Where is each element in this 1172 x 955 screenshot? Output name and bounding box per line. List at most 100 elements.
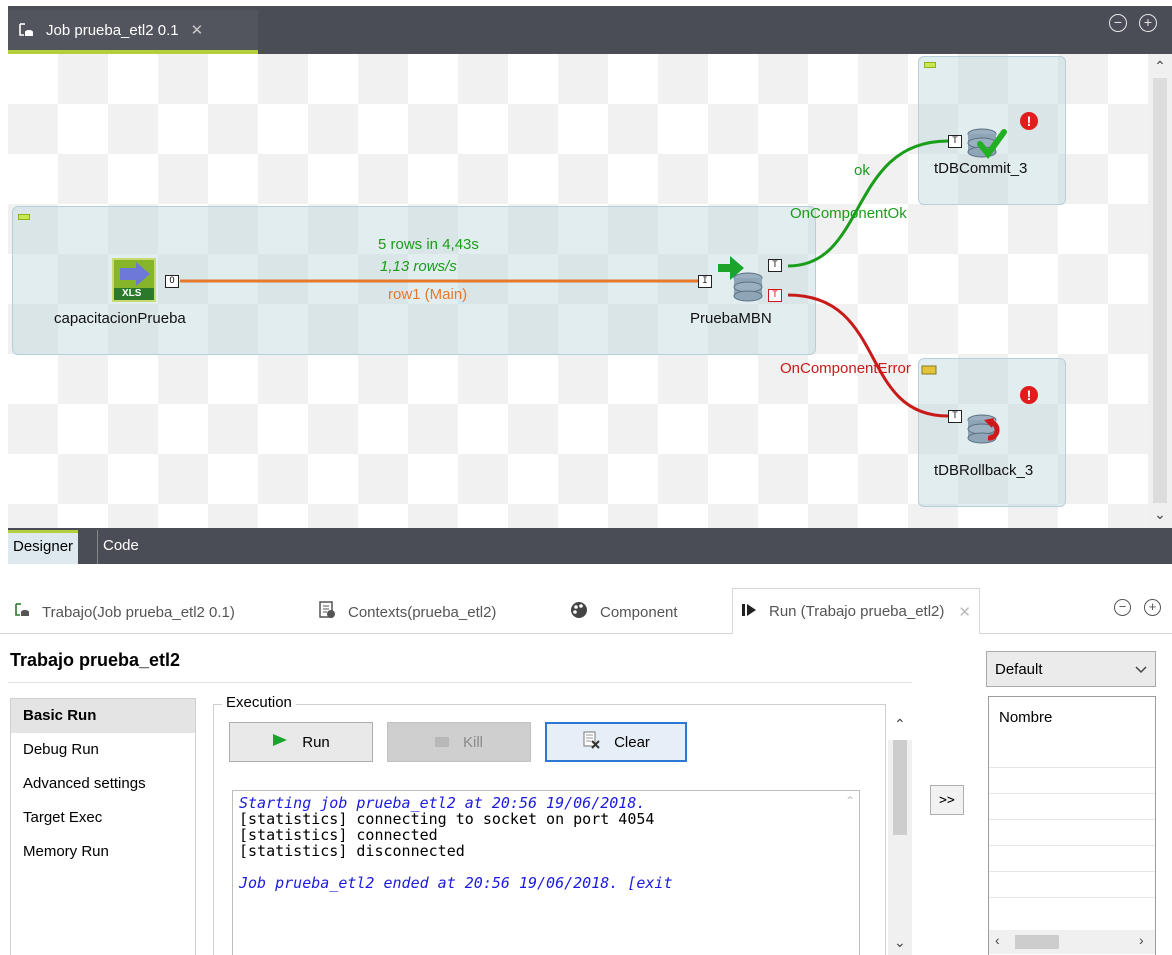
kill-button[interactable]: Kill — [387, 722, 531, 762]
execution-legend: Execution — [222, 694, 296, 711]
tab-label: Run (Trabajo prueba_etl2) — [769, 603, 945, 620]
xls-label: XLS — [122, 288, 142, 299]
on-component-error-label[interactable]: OnComponentError — [780, 360, 911, 377]
tab-title: Job prueba_etl2 0.1 — [46, 21, 179, 39]
tab-component[interactable]: Component — [570, 594, 678, 630]
run-icon — [741, 602, 757, 622]
flow-stats-rows: 5 rows in 4,43s — [378, 236, 479, 253]
error-trigger-port[interactable]: T — [768, 289, 782, 302]
nav-target-exec[interactable]: Target Exec — [11, 801, 195, 835]
page-title: Trabajo prueba_etl2 — [10, 650, 181, 670]
table-row[interactable] — [989, 767, 1155, 768]
minimize-icon[interactable]: − — [1114, 599, 1131, 616]
tab-contexts[interactable]: Contexts(prueba_etl2) — [318, 594, 496, 630]
clear-icon — [582, 731, 600, 753]
context-horizontal-scrollbar[interactable]: ‹ › — [989, 930, 1155, 954]
ok-trigger-port[interactable]: T — [768, 259, 782, 272]
console-line: [statistics] disconnected — [239, 842, 465, 860]
tab-job-editor[interactable]: Job prueba_etl2 0.1 ✕ — [8, 10, 258, 54]
clear-button[interactable]: Clear — [545, 722, 687, 762]
play-icon — [272, 733, 288, 751]
stop-icon — [434, 734, 449, 751]
error-badge-icon[interactable]: ! — [1020, 386, 1038, 404]
table-row[interactable] — [989, 819, 1155, 820]
maximize-icon[interactable]: + — [1139, 14, 1157, 32]
error-badge-icon[interactable]: ! — [1020, 112, 1038, 130]
scroll-down-icon[interactable]: ⌄ — [1148, 506, 1172, 523]
nav-debug-run[interactable]: Debug Run — [11, 733, 195, 767]
table-row[interactable] — [989, 897, 1155, 898]
rollback-input-port[interactable]: T — [948, 410, 962, 423]
component-label-output[interactable]: PruebaMBN — [690, 310, 772, 327]
design-canvas[interactable]: XLS O capacitacionPrueba 5 rows in 4,43s… — [8, 54, 1148, 528]
nav-advanced-settings[interactable]: Advanced settings — [11, 767, 195, 801]
scroll-up-icon[interactable]: ⌃ — [1148, 58, 1172, 75]
scroll-down-icon[interactable]: ⌄ — [894, 934, 906, 951]
maximize-icon[interactable]: + — [1144, 599, 1161, 616]
console-line: [statistics] connecting to socket on por… — [239, 810, 655, 828]
scroll-up-icon[interactable]: ⌃ — [894, 716, 906, 733]
view-tab-bar — [8, 528, 1172, 564]
tab-label: Component — [600, 603, 678, 621]
table-row[interactable] — [989, 793, 1155, 794]
console-output[interactable]: Starting job prueba_etl2 at 20:56 19/06/… — [232, 790, 860, 955]
close-icon[interactable]: ✕ — [958, 603, 971, 621]
move-context-button[interactable]: >> — [930, 785, 964, 815]
context-table[interactable]: Nombre — [988, 696, 1156, 955]
tab-code[interactable]: Code — [97, 530, 144, 564]
input-port[interactable]: I — [698, 275, 712, 288]
context-select-value: Default — [995, 660, 1043, 678]
component-label-commit[interactable]: tDBCommit_3 — [934, 160, 1027, 177]
divider — [8, 682, 912, 683]
component-label-rollback[interactable]: tDBRollback_3 — [934, 462, 1033, 479]
tab-job-settings[interactable]: Trabajo(Job prueba_etl2 0.1) — [14, 594, 235, 630]
flow-stats-rate: 1,13 rows/s — [380, 258, 457, 275]
error-link-line — [787, 293, 949, 418]
scrollbar-thumb[interactable] — [893, 740, 907, 835]
console-line: [statistics] connected — [239, 826, 438, 844]
scroll-left-icon[interactable]: ‹ — [995, 932, 1000, 948]
console-end-line: Job prueba_etl2 ended at 20:56 19/06/201… — [239, 874, 673, 892]
table-row[interactable] — [989, 845, 1155, 846]
close-icon[interactable]: ✕ — [191, 21, 204, 39]
chevron-down-icon — [1135, 661, 1147, 678]
input-output-port[interactable]: O — [165, 275, 179, 288]
column-header: Nombre — [999, 709, 1053, 726]
scroll-up-icon[interactable]: ⌃ — [845, 794, 855, 808]
nav-basic-run[interactable]: Basic Run — [11, 699, 195, 733]
component-palette-icon — [570, 601, 588, 623]
tab-designer[interactable]: Designer — [8, 530, 79, 564]
db-rollback-icon[interactable] — [964, 410, 1008, 454]
button-label: Kill — [462, 733, 483, 751]
button-label: Clear — [614, 733, 650, 751]
contexts-icon — [318, 601, 336, 623]
db-output-icon[interactable] — [716, 252, 768, 304]
button-label: Run — [302, 733, 330, 751]
context-select[interactable]: Default — [986, 651, 1156, 687]
scroll-right-icon[interactable]: › — [1139, 932, 1144, 948]
console-scrollbar[interactable]: ⌃ — [845, 792, 859, 952]
table-row[interactable] — [989, 871, 1155, 872]
commit-input-port[interactable]: T — [948, 135, 962, 148]
tab-label: Trabajo(Job prueba_etl2 0.1) — [42, 603, 235, 621]
link-handle — [921, 365, 937, 375]
nav-memory-run[interactable]: Memory Run — [11, 835, 195, 869]
run-mode-nav: Basic Run Debug Run Advanced settings Ta… — [10, 698, 196, 955]
minimize-icon[interactable]: − — [1109, 14, 1127, 32]
execution-scrollbar[interactable] — [888, 740, 912, 955]
run-button[interactable]: Run — [229, 722, 373, 762]
ok-link-line — [787, 139, 949, 268]
main-link-label[interactable]: row1 (Main) — [388, 286, 467, 303]
on-component-ok-label[interactable]: OnComponentOk — [790, 205, 907, 222]
component-label-input[interactable]: capacitacionPrueba — [54, 310, 186, 327]
job-icon — [14, 603, 30, 621]
tab-run[interactable]: Run (Trabajo prueba_etl2) ✕ — [732, 588, 980, 634]
ok-link-label[interactable]: ok — [854, 162, 870, 179]
scrollbar-thumb[interactable] — [1153, 78, 1167, 503]
tab-label: Contexts(prueba_etl2) — [348, 603, 497, 621]
console-start-line: Starting job prueba_etl2 at 20:56 19/06/… — [239, 794, 646, 812]
canvas-vertical-scrollbar[interactable]: ⌃ ⌄ — [1148, 54, 1172, 528]
job-icon — [18, 23, 34, 37]
scrollbar-thumb[interactable] — [1015, 935, 1059, 949]
xls-input-icon[interactable]: XLS — [110, 256, 158, 304]
